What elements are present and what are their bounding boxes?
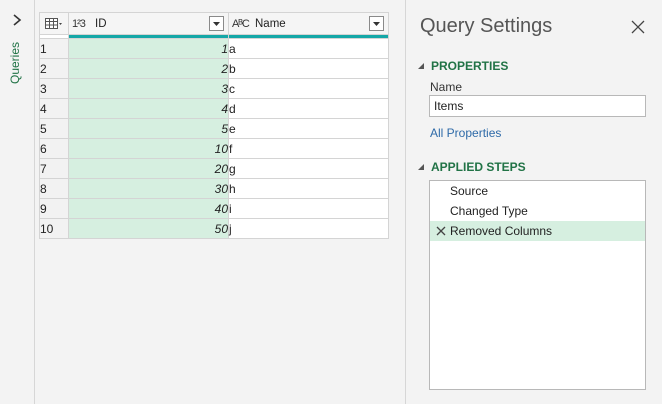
name-cell[interactable]: h	[228, 178, 389, 199]
row-number[interactable]: 2	[39, 58, 69, 79]
row-number[interactable]: 1	[39, 38, 69, 59]
step-label: Source	[450, 184, 489, 198]
id-cell[interactable]: 3	[68, 78, 229, 99]
step-label: Removed Columns	[450, 224, 553, 238]
name-cell[interactable]: e	[228, 118, 389, 139]
name-cell[interactable]: i	[228, 198, 389, 219]
name-cell[interactable]: f	[228, 138, 389, 159]
id-cell[interactable]: 5	[68, 118, 229, 139]
name-label: Name	[430, 80, 463, 94]
data-table: 1²3 ID AᴮC Name 1 1 a 2 2 b 3 3 c 4 4 d …	[39, 12, 389, 239]
applied-steps-section-header[interactable]: APPLIED STEPS	[416, 160, 526, 174]
number-type-icon[interactable]: 1²3	[72, 18, 92, 30]
collapse-triangle-icon[interactable]	[416, 162, 426, 172]
id-cell[interactable]: 50	[68, 218, 229, 239]
table-row: 10 50 j	[39, 218, 389, 239]
id-cell[interactable]: 30	[68, 178, 229, 199]
column-title-id: ID	[95, 17, 107, 30]
row-number[interactable]: 7	[39, 158, 69, 179]
table-row: 5 5 e	[39, 118, 389, 139]
name-cell[interactable]: b	[228, 58, 389, 79]
row-number[interactable]: 5	[39, 118, 69, 139]
row-number[interactable]: 4	[39, 98, 69, 119]
table-row: 4 4 d	[39, 98, 389, 119]
column-header-id[interactable]: 1²3 ID	[68, 12, 229, 35]
query-name-input[interactable]	[429, 95, 646, 117]
step-source[interactable]: Source	[430, 181, 645, 201]
id-cell[interactable]: 1	[68, 38, 229, 59]
table-row: 1 1 a	[39, 38, 389, 59]
table-row: 2 2 b	[39, 58, 389, 79]
table-menu-corner[interactable]	[39, 12, 69, 35]
applied-steps-list: Source Changed Type Removed Columns	[429, 180, 646, 390]
row-number[interactable]: 3	[39, 78, 69, 99]
name-cell[interactable]: d	[228, 98, 389, 119]
step-label: Changed Type	[450, 204, 528, 218]
applied-steps-header-label: APPLIED STEPS	[431, 160, 526, 174]
row-number[interactable]: 10	[39, 218, 69, 239]
filter-dropdown-id-icon[interactable]	[209, 16, 224, 31]
table-row: 3 3 c	[39, 78, 389, 99]
delete-step-icon[interactable]	[435, 225, 447, 237]
close-icon[interactable]	[631, 20, 645, 34]
name-cell[interactable]: j	[228, 218, 389, 239]
table-row: 8 30 h	[39, 178, 389, 199]
id-cell[interactable]: 4	[68, 98, 229, 119]
data-preview-grid: 1²3 ID AᴮC Name 1 1 a 2 2 b 3 3 c 4 4 d …	[35, 0, 404, 404]
panel-title: Query Settings	[420, 15, 553, 37]
step-removed-columns[interactable]: Removed Columns	[430, 221, 645, 241]
table-icon[interactable]	[40, 14, 68, 34]
table-row: 7 20 g	[39, 158, 389, 179]
column-header-name[interactable]: AᴮC Name	[228, 12, 389, 35]
properties-header-label: PROPERTIES	[431, 59, 509, 73]
filter-dropdown-name-icon[interactable]	[369, 16, 384, 31]
query-settings-panel: Query Settings PROPERTIES Name All Prope…	[405, 0, 662, 404]
name-cell[interactable]: g	[228, 158, 389, 179]
id-cell[interactable]: 2	[68, 58, 229, 79]
expand-chevron-icon[interactable]	[9, 12, 25, 28]
table-row: 9 40 i	[39, 198, 389, 219]
id-cell[interactable]: 10	[68, 138, 229, 159]
properties-section-header[interactable]: PROPERTIES	[416, 59, 508, 73]
name-cell[interactable]: a	[228, 38, 389, 59]
queries-rail: Queries	[0, 0, 35, 404]
queries-pane-label[interactable]: Queries	[8, 42, 22, 84]
text-type-icon[interactable]: AᴮC	[232, 18, 252, 30]
row-number[interactable]: 8	[39, 178, 69, 199]
collapse-triangle-icon[interactable]	[416, 61, 426, 71]
row-number[interactable]: 6	[39, 138, 69, 159]
name-cell[interactable]: c	[228, 78, 389, 99]
all-properties-link[interactable]: All Properties	[430, 126, 501, 140]
row-number[interactable]: 9	[39, 198, 69, 219]
table-row: 6 10 f	[39, 138, 389, 159]
id-cell[interactable]: 40	[68, 198, 229, 219]
column-title-name: Name	[255, 17, 286, 30]
step-changed-type[interactable]: Changed Type	[430, 201, 645, 221]
id-cell[interactable]: 20	[68, 158, 229, 179]
